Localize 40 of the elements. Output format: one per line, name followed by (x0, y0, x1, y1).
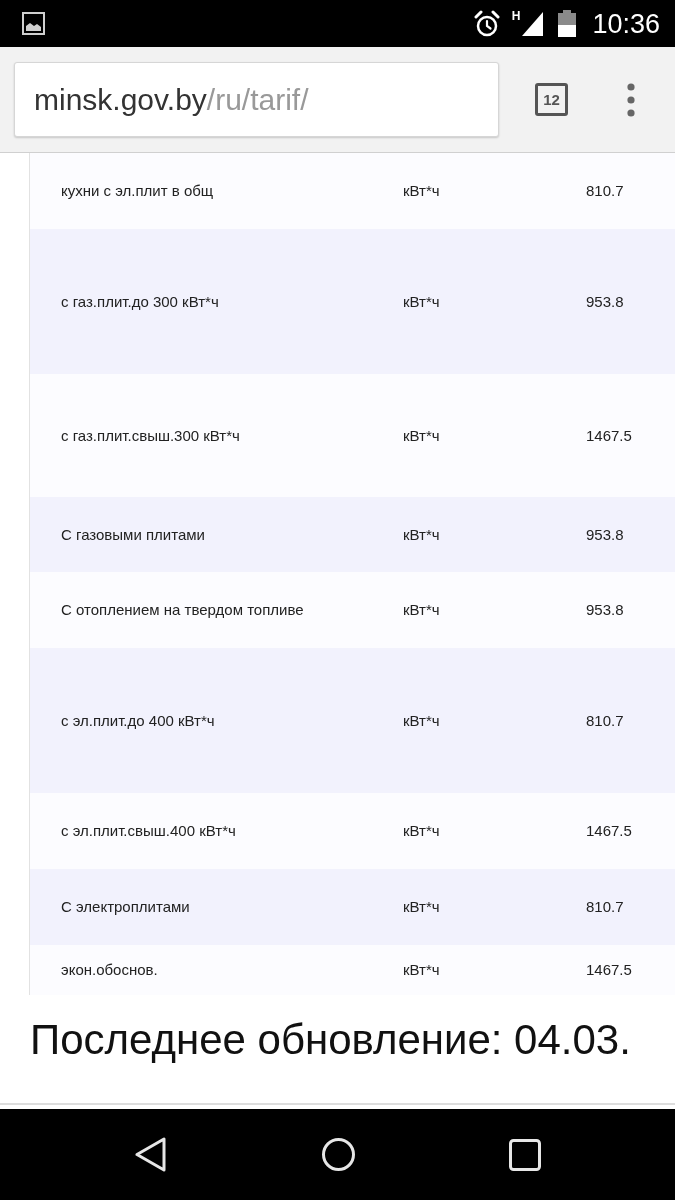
table-cell: 953.8 (586, 601, 624, 619)
menu-icon[interactable] (627, 82, 635, 117)
table-cell: кВт*ч (403, 961, 440, 979)
table-cell: 810.7 (586, 711, 624, 730)
image-icon (22, 12, 45, 35)
table-cell: с эл.плит.до 400 кВт*ч (61, 711, 215, 730)
table-cell: кВт*ч (403, 292, 440, 311)
table-cell: кВт*ч (403, 525, 440, 544)
table-cell: 810.7 (586, 898, 624, 916)
table-cell: с газ.плит.до 300 кВт*ч (61, 292, 219, 311)
table-cell: кВт*ч (403, 601, 440, 619)
network-type-label: H (511, 10, 521, 22)
last-updated-text: Последнее обновление: 04.03. (30, 1016, 631, 1064)
table-cell: С электроплитами (61, 898, 190, 916)
table-cell: С отоплением на твердом топливе (61, 601, 304, 619)
table-cell: 1467.5 (586, 822, 632, 840)
signal-icon (522, 11, 544, 36)
address-field[interactable]: minsk.gov.by/ru/tarif/ (14, 62, 499, 137)
back-icon[interactable] (135, 1137, 166, 1172)
table-cell: кВт*ч (403, 822, 440, 840)
table-cell: с эл.плит.свыш.400 кВт*ч (61, 822, 236, 840)
battery-icon (558, 10, 577, 37)
table-cell: кухни с эл.плит в общ (61, 182, 214, 200)
table-cell: 810.7 (586, 182, 624, 200)
table-cell: кВт*ч (403, 426, 440, 445)
alarm-clock-icon (473, 10, 500, 37)
table-cell: С газовыми плитами (61, 525, 205, 544)
table-cell: кВт*ч (403, 711, 440, 730)
table-cell: кВт*ч (403, 182, 440, 200)
tab-switcher-button[interactable]: 12 (535, 83, 568, 116)
table-cell: экон.обоснов. (61, 961, 158, 979)
recent-apps-icon[interactable] (509, 1138, 541, 1171)
table-cell: 953.8 (586, 292, 624, 311)
table-cell: 1467.5 (586, 426, 632, 445)
home-icon[interactable] (322, 1138, 355, 1171)
table-cell: кВт*ч (403, 898, 440, 916)
table-cell: с газ.плит.свыш.300 кВт*ч (61, 426, 240, 445)
table-cell: 1467.5 (586, 961, 632, 979)
clock-time: 10:36 (592, 8, 660, 39)
table-cell: 953.8 (586, 525, 624, 544)
